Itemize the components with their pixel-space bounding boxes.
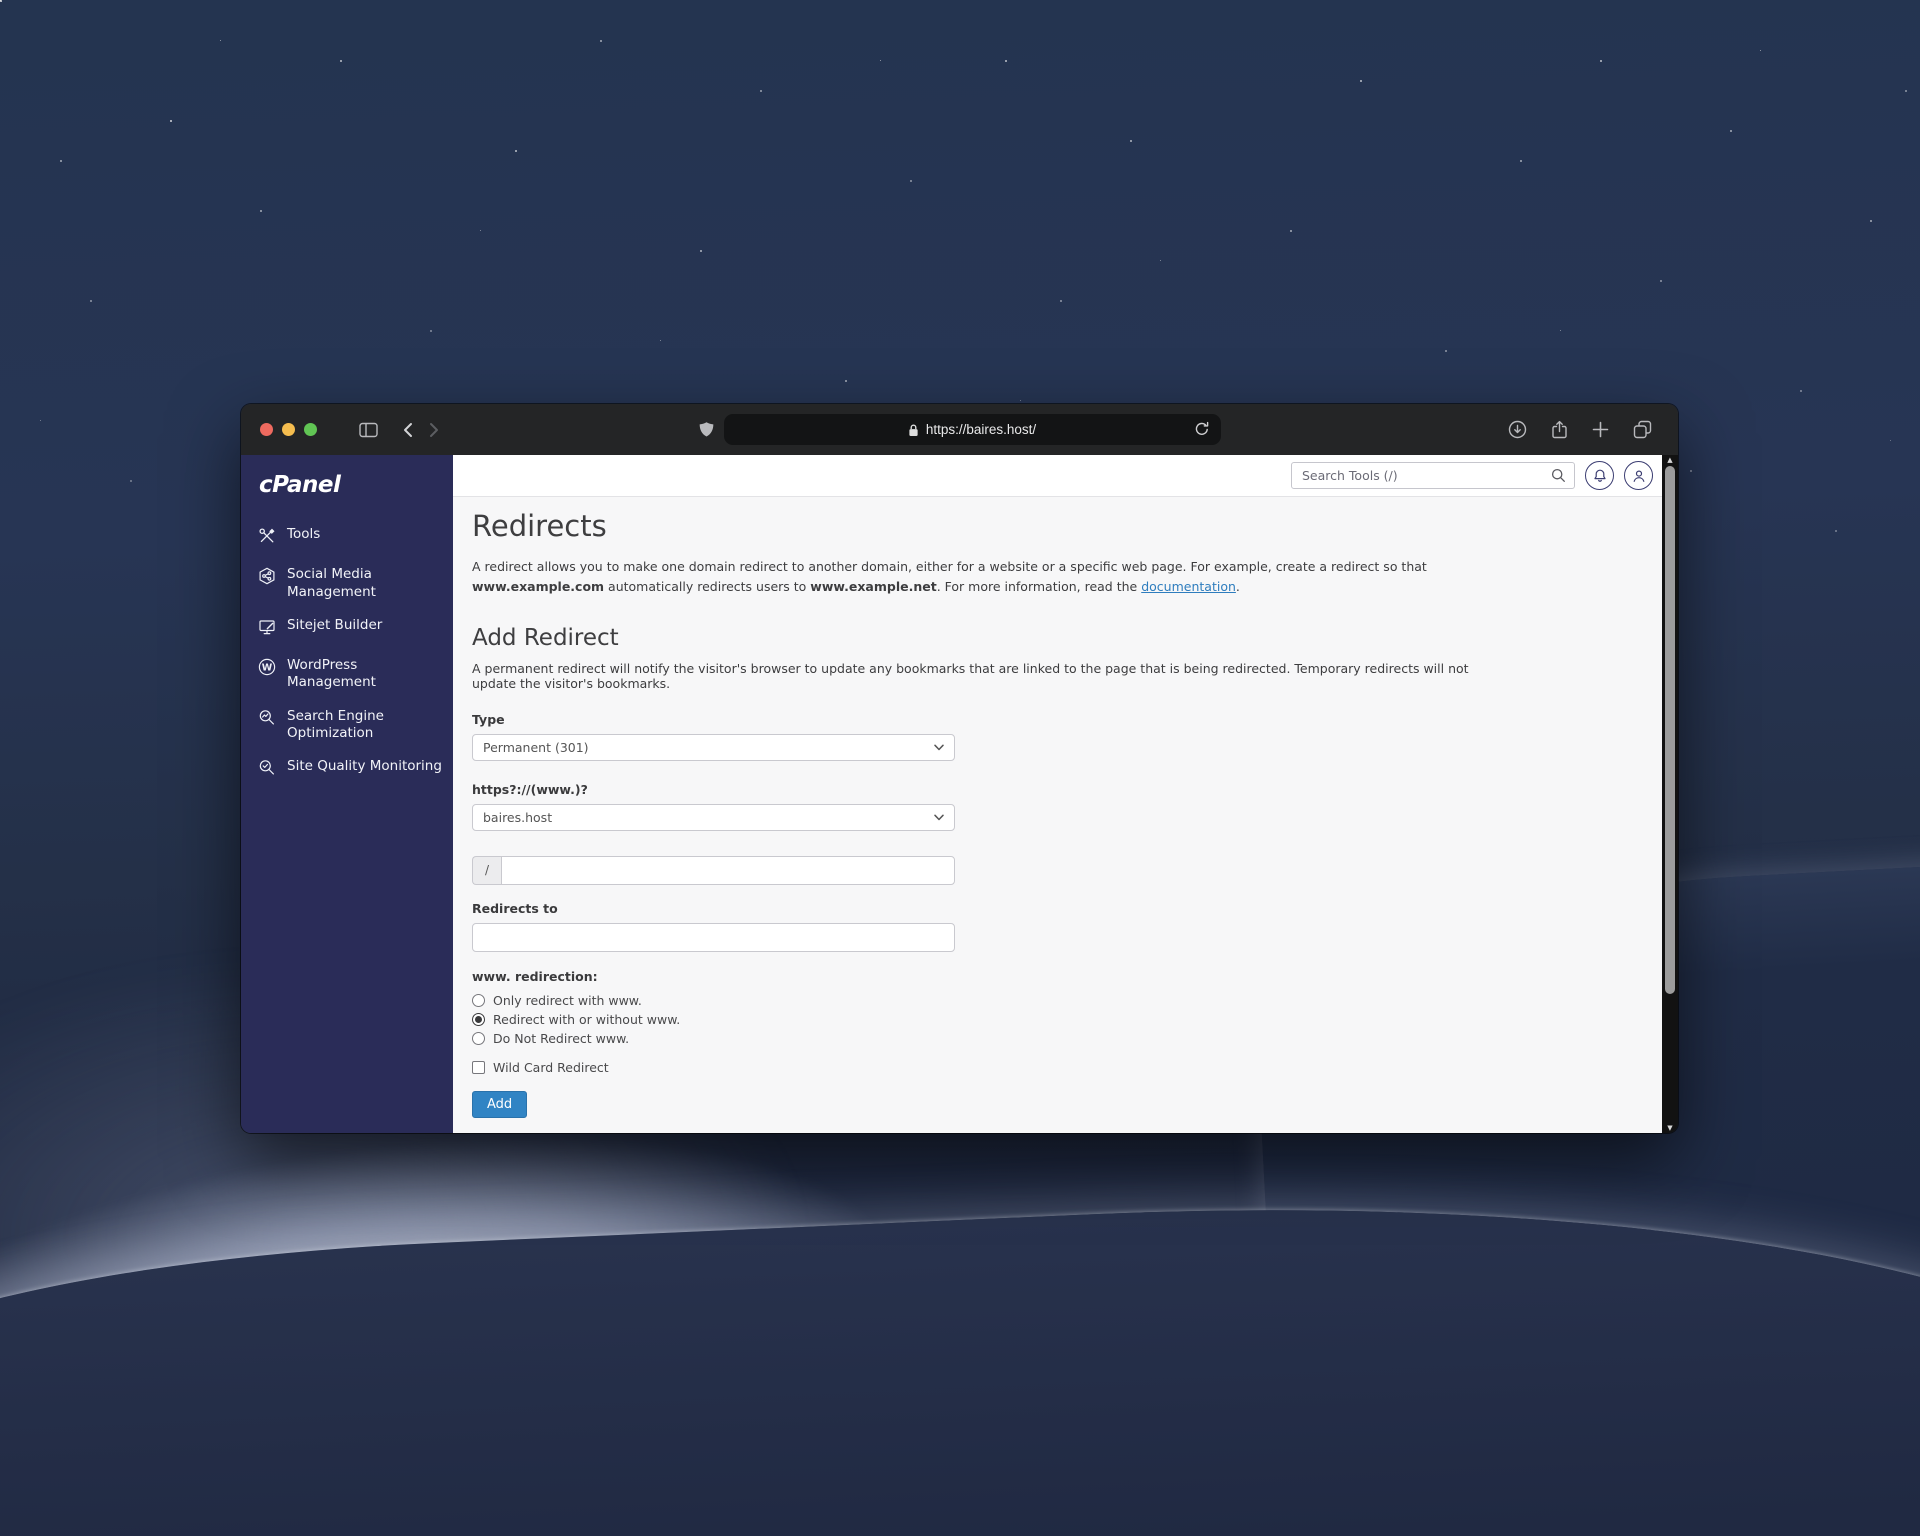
note-title: Note: xyxy=(472,1131,1638,1134)
new-tab-icon[interactable] xyxy=(1592,421,1609,438)
wildcard-checkbox[interactable] xyxy=(472,1061,485,1074)
radio-label: Do Not Redirect www. xyxy=(493,1031,629,1046)
intro-paragraph: A redirect allows you to make one domain… xyxy=(472,557,1462,597)
redirects-page: Redirects A redirect allows you to make … xyxy=(453,497,1662,1133)
type-label: Type xyxy=(472,712,1638,727)
minimize-button[interactable] xyxy=(282,423,295,436)
cpanel-logo: cPanel xyxy=(241,455,453,498)
url-text: https://baires.host/ xyxy=(926,422,1036,437)
domain-label: https?://(www.)? xyxy=(472,782,1638,797)
example-domain-net: www.example.net xyxy=(810,579,936,594)
search-tools-input[interactable] xyxy=(1291,462,1575,489)
radio-label: Only redirect with www. xyxy=(493,993,642,1008)
search-tools-wrap xyxy=(1291,462,1575,489)
add-redirect-heading: Add Redirect xyxy=(472,625,1638,651)
seo-icon xyxy=(258,709,276,732)
share-icon[interactable] xyxy=(1551,420,1568,439)
scroll-up-arrow[interactable]: ▲ xyxy=(1667,455,1672,465)
intro-text: A redirect allows you to make one domain… xyxy=(472,559,1427,574)
notifications-button[interactable] xyxy=(1585,461,1614,490)
path-input-group: / xyxy=(472,856,955,885)
intro-text: automatically redirects users to xyxy=(604,579,810,594)
sidebar-item-tools[interactable]: Tools xyxy=(241,518,453,558)
search-icon xyxy=(1551,468,1566,487)
type-select[interactable]: Permanent (301) xyxy=(472,734,955,761)
page-title: Redirects xyxy=(472,509,1638,543)
page-scrollbar[interactable]: ▲ ▼ xyxy=(1662,455,1678,1133)
intro-text: . xyxy=(1236,579,1240,594)
radio-option-with-or-without-www[interactable]: Redirect with or without www. xyxy=(472,1012,1638,1027)
sidebar-item-label: Site Quality Monitoring xyxy=(287,758,442,775)
documentation-link[interactable]: documentation xyxy=(1141,579,1236,594)
sidebar-item-search-engine-optimization[interactable]: Search Engine Optimization xyxy=(241,700,453,751)
radio-button[interactable] xyxy=(472,994,485,1007)
user-menu-button[interactable] xyxy=(1624,461,1653,490)
sidebar-item-label: WordPress Management xyxy=(287,657,443,692)
path-input[interactable] xyxy=(501,856,955,885)
domain-select[interactable]: baires.host xyxy=(472,804,955,831)
sidebar-item-label: Tools xyxy=(287,526,320,543)
stars xyxy=(0,0,1,1)
type-select-value: Permanent (301) xyxy=(483,740,589,755)
cpanel-sidebar: cPanel Tools xyxy=(241,455,453,1133)
sidebar-toggle-icon[interactable] xyxy=(359,422,378,438)
www-redirection-options: Only redirect with www. Redirect with or… xyxy=(472,993,1638,1046)
www-redirection-label: www. redirection: xyxy=(472,969,1638,984)
example-domain-com: www.example.com xyxy=(472,579,604,594)
cpanel-main: Redirects A redirect allows you to make … xyxy=(453,455,1662,1133)
browser-toolbar: https://baires.host/ xyxy=(241,404,1678,455)
downloads-icon[interactable] xyxy=(1508,420,1527,439)
user-icon xyxy=(1631,468,1647,484)
bell-icon xyxy=(1592,468,1608,484)
radio-label: Redirect with or without www. xyxy=(493,1012,680,1027)
lock-icon xyxy=(908,423,919,437)
close-button[interactable] xyxy=(260,423,273,436)
redirects-to-input[interactable] xyxy=(472,923,955,952)
back-button-icon[interactable] xyxy=(402,422,414,438)
toolbar-right-icons xyxy=(1508,420,1678,439)
sidebar-item-site-quality-monitoring[interactable]: Site Quality Monitoring xyxy=(241,750,453,790)
sidebar-item-social-media-management[interactable]: Social Media Management xyxy=(241,558,453,609)
svg-text:W: W xyxy=(262,662,273,673)
scroll-down-arrow[interactable]: ▼ xyxy=(1667,1123,1672,1133)
reload-icon[interactable] xyxy=(1194,421,1210,441)
radio-option-do-not-redirect-www[interactable]: Do Not Redirect www. xyxy=(472,1031,1638,1046)
sitejet-icon xyxy=(258,618,276,641)
sidebar-item-label: Social Media Management xyxy=(287,566,443,601)
forward-button-icon[interactable] xyxy=(428,422,440,438)
scrollbar-thumb[interactable] xyxy=(1665,466,1675,994)
add-button[interactable]: Add xyxy=(472,1091,527,1118)
address-bar[interactable]: https://baires.host/ xyxy=(724,414,1221,445)
redirects-to-label: Redirects to xyxy=(472,901,1638,916)
sidebar-nav: Tools Social Media Management xyxy=(241,518,453,790)
domain-select-value: baires.host xyxy=(483,810,552,825)
path-prefix: / xyxy=(472,856,501,885)
cpanel-topbar xyxy=(453,455,1662,497)
privacy-shield-icon[interactable] xyxy=(699,421,714,438)
window-controls xyxy=(260,423,317,436)
note-section: Note: Checking the Wild Card Redirect Bo… xyxy=(472,1131,1638,1134)
social-media-icon xyxy=(258,567,276,590)
browser-window: https://baires.host/ xyxy=(241,404,1678,1133)
address-bar-group: https://baires.host/ xyxy=(699,414,1221,445)
sidebar-item-wordpress-management[interactable]: W WordPress Management xyxy=(241,649,453,700)
radio-button-checked[interactable] xyxy=(472,1013,485,1026)
radio-option-only-www[interactable]: Only redirect with www. xyxy=(472,993,1638,1008)
intro-text: . For more information, read the xyxy=(937,579,1142,594)
browser-viewport: cPanel Tools xyxy=(241,455,1678,1133)
chevron-down-icon xyxy=(934,744,944,751)
zoom-button[interactable] xyxy=(304,423,317,436)
wildcard-redirect-row[interactable]: Wild Card Redirect xyxy=(472,1060,1638,1075)
wildcard-label: Wild Card Redirect xyxy=(493,1060,609,1075)
tab-overview-icon[interactable] xyxy=(1633,420,1652,439)
sidebar-item-sitejet-builder[interactable]: Sitejet Builder xyxy=(241,609,453,649)
wordpress-icon: W xyxy=(258,658,276,681)
radio-button[interactable] xyxy=(472,1032,485,1045)
site-quality-icon xyxy=(258,759,276,782)
tools-icon xyxy=(258,527,276,550)
sidebar-item-label: Sitejet Builder xyxy=(287,617,382,634)
sidebar-item-label: Search Engine Optimization xyxy=(287,708,443,743)
add-redirect-description: A permanent redirect will notify the vis… xyxy=(472,661,1482,691)
chevron-down-icon xyxy=(934,814,944,821)
